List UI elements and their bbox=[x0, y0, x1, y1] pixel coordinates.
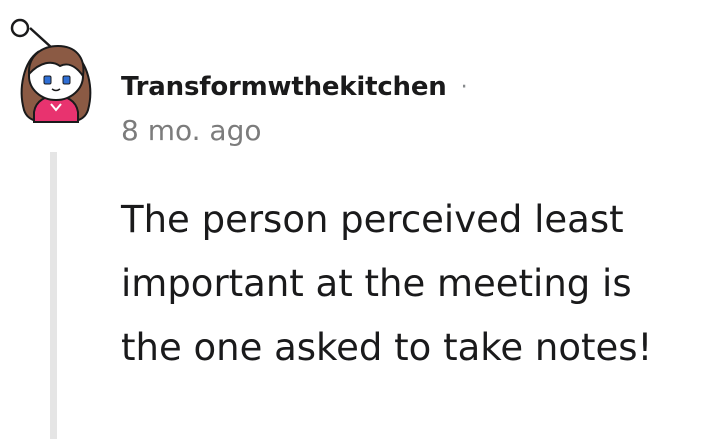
snoo-avatar-icon bbox=[10, 18, 92, 123]
comment: Transformwthekitchen · 8 mo. ago The per… bbox=[0, 0, 703, 439]
username-row: Transformwthekitchen · bbox=[121, 66, 468, 108]
comment-timestamp[interactable]: 8 mo. ago bbox=[121, 114, 468, 147]
author-username[interactable]: Transformwthekitchen bbox=[121, 72, 447, 102]
thread-line[interactable] bbox=[50, 152, 57, 439]
user-avatar[interactable] bbox=[8, 18, 100, 130]
comment-body: The person perceived least important at … bbox=[121, 198, 653, 369]
comment-meta: Transformwthekitchen · 8 mo. ago bbox=[121, 66, 468, 147]
meta-separator: · bbox=[460, 74, 468, 100]
